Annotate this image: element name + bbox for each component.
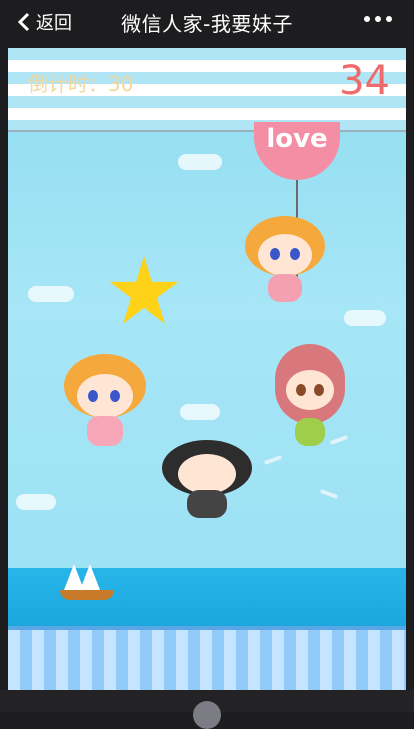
eye <box>314 384 324 396</box>
face <box>178 454 236 494</box>
character-girl-pink-hair[interactable] <box>270 344 350 450</box>
chevron-left-icon <box>18 12 30 32</box>
back-label: 返回 <box>36 13 72 34</box>
nav-bar: 返回 微信人家-我要妹子 <box>0 0 414 44</box>
fence <box>8 626 406 690</box>
eye <box>270 248 280 260</box>
game-stage[interactable]: 倒计时：30 34 love <box>8 48 406 690</box>
cloud <box>180 404 220 420</box>
seagull <box>263 455 283 465</box>
outfit <box>268 274 302 302</box>
balloon-label: love <box>266 124 328 154</box>
face <box>77 374 133 418</box>
outfit <box>187 490 227 518</box>
eye <box>110 390 120 402</box>
seagull <box>319 489 339 499</box>
countdown-text: 倒计时：30 <box>28 72 134 96</box>
outfit <box>295 418 325 446</box>
cloud <box>28 286 74 302</box>
cloud <box>16 494 56 510</box>
more-dots-icon[interactable] <box>364 16 392 22</box>
sailboat <box>60 560 114 600</box>
star-icon[interactable] <box>109 256 179 324</box>
cloud <box>178 154 222 170</box>
eye <box>296 384 306 396</box>
character-girl-blonde[interactable] <box>240 216 330 306</box>
face <box>286 370 334 410</box>
player-character[interactable] <box>160 440 254 522</box>
love-balloon[interactable]: love <box>254 122 340 180</box>
cloud <box>344 310 386 326</box>
eye <box>88 390 98 402</box>
character-girl-blonde[interactable] <box>60 354 150 450</box>
back-button[interactable]: 返回 <box>18 9 72 35</box>
score-counter: 34 <box>339 58 390 104</box>
face <box>258 234 312 276</box>
outfit <box>87 416 123 446</box>
home-button[interactable] <box>193 701 221 729</box>
eye <box>290 248 300 260</box>
hud-bar: 倒计时：30 34 <box>8 48 406 132</box>
